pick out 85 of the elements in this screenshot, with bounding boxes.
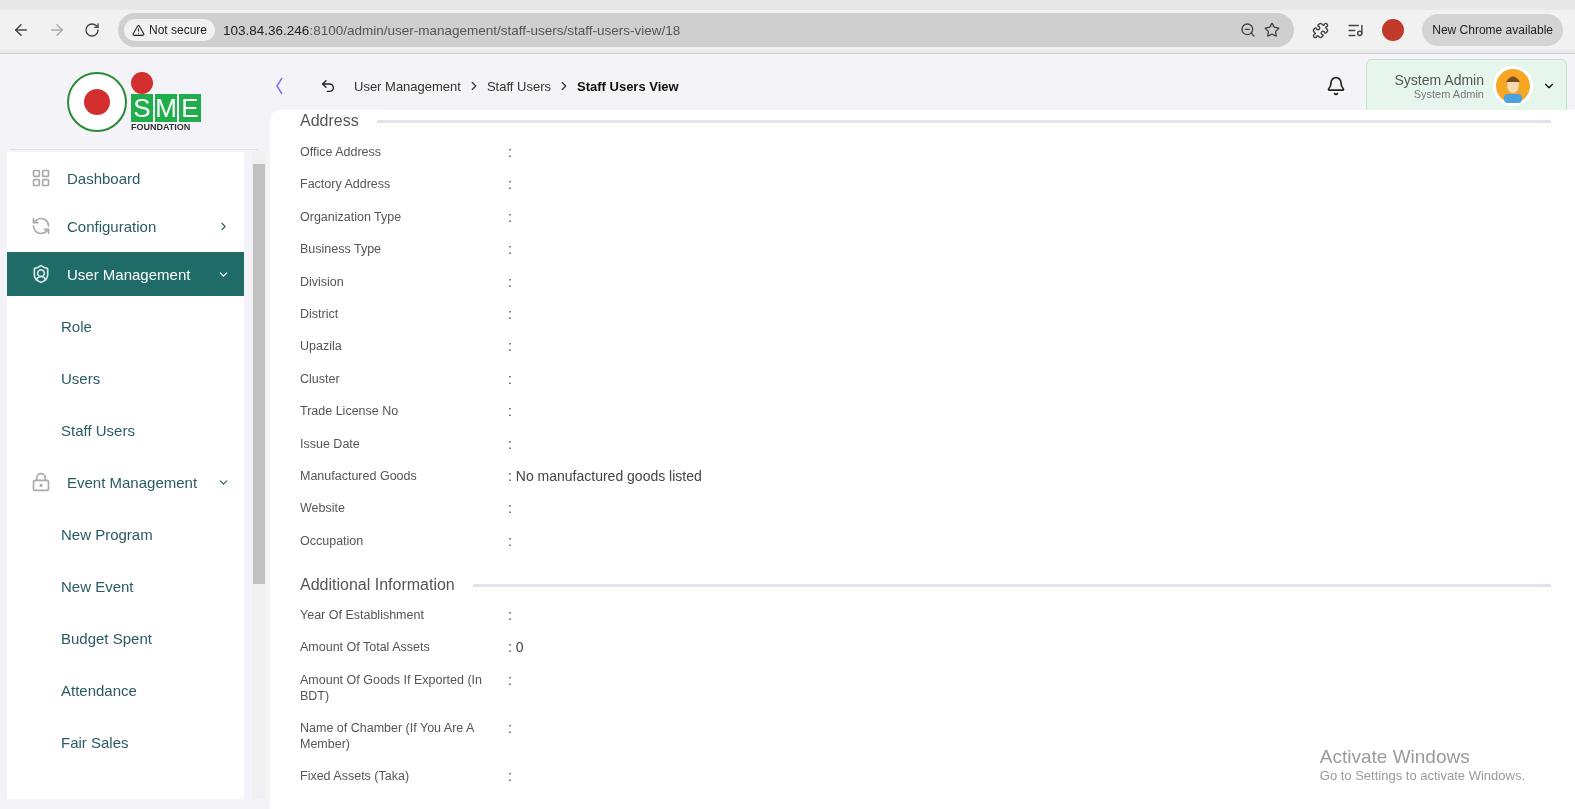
update-button[interactable]: New Chrome available bbox=[1422, 14, 1563, 46]
field-label: Division bbox=[300, 273, 345, 291]
sidebar-item[interactable]: Dashboard bbox=[7, 156, 244, 200]
field-value: : bbox=[508, 718, 512, 738]
sidebar-subitem[interactable]: Role bbox=[7, 300, 244, 352]
notification-icon bbox=[1325, 76, 1346, 96]
logo-letter: M bbox=[155, 93, 177, 122]
back-icon[interactable] bbox=[12, 21, 30, 39]
reload-icon[interactable] bbox=[84, 22, 100, 38]
field-label: Amount Of Goods If Exported (In BDT) bbox=[300, 671, 484, 705]
url-text: 103.84.36.246:8100/admin/user-management/staff-users/staff-users-view/18 bbox=[223, 22, 682, 38]
field-value: : bbox=[508, 434, 512, 454]
profile-avatar[interactable] bbox=[1382, 19, 1405, 41]
field-label: Year Of Establishment bbox=[300, 607, 425, 625]
security-chip[interactable]: Not secure bbox=[124, 19, 216, 41]
user-menu[interactable]: System Admin System Admin bbox=[1365, 59, 1567, 113]
field-label: Manufactured Goods bbox=[300, 467, 418, 485]
avatar-drawing bbox=[1492, 65, 1534, 107]
field-label: Name of Chamber (If You Are A Member) bbox=[300, 719, 475, 753]
logo-letter: E bbox=[179, 93, 201, 122]
sidebar-label: Configuration bbox=[67, 217, 158, 235]
field-value: : bbox=[508, 369, 512, 389]
field-value: : bbox=[508, 499, 512, 519]
field-label: Organization Type bbox=[300, 208, 403, 226]
address-bar[interactable]: Not secure 103.84.36.246:8100/admin/user-management/staff-users/staff-users-view/18 bbox=[118, 13, 1295, 47]
field-label: Business Type bbox=[300, 241, 383, 259]
back-icon[interactable] bbox=[320, 78, 336, 94]
field-label: Fixed Assets (Taka) bbox=[300, 767, 411, 785]
sidebar-subitem[interactable]: New Event bbox=[7, 560, 244, 612]
field-label: Occupation bbox=[300, 532, 365, 550]
section-title: Address bbox=[300, 112, 359, 130]
user-name: System Admin bbox=[1394, 72, 1484, 88]
grid-icon bbox=[31, 168, 51, 188]
field-value: : bbox=[508, 766, 512, 786]
field-value: : bbox=[508, 670, 512, 690]
field-value: : bbox=[508, 606, 512, 626]
field-label: Office Address bbox=[300, 144, 383, 161]
breadcrumb-link[interactable]: Staff Users bbox=[486, 78, 551, 94]
field-label: District bbox=[300, 305, 340, 323]
logo-caption: FOUNDATION bbox=[131, 121, 191, 132]
lock-icon bbox=[31, 472, 51, 492]
sidebar-label: Dashboard bbox=[67, 169, 142, 187]
sidebar-item[interactable]: User Management bbox=[7, 252, 244, 296]
field-value: : bbox=[508, 175, 512, 195]
logo-letter: S bbox=[131, 93, 153, 122]
field-label: Issue Date bbox=[300, 435, 361, 453]
field-label: Cluster bbox=[300, 370, 341, 388]
field-label: Trade License No bbox=[300, 403, 400, 421]
notice-title: Activate Windows bbox=[1319, 746, 1471, 768]
user-role: System Admin bbox=[1413, 88, 1484, 100]
sidebar-subitem[interactable]: Fair Sales bbox=[7, 716, 244, 768]
sidebar-label: Event Management bbox=[67, 473, 199, 491]
sidebar-subitem[interactable]: Attendance bbox=[7, 664, 244, 716]
sidebar-subitem[interactable]: Users bbox=[7, 352, 244, 404]
field-label: Upazila bbox=[300, 338, 343, 356]
extensions-icon bbox=[1312, 21, 1330, 39]
field-value: : bbox=[508, 402, 512, 422]
shield-icon bbox=[31, 264, 51, 284]
field-value: : bbox=[508, 240, 512, 260]
field-label: Website bbox=[300, 500, 346, 518]
collapse-icon[interactable] bbox=[274, 76, 284, 96]
field-value: : bbox=[508, 207, 512, 227]
field-value: : bbox=[508, 337, 512, 357]
scrollbar[interactable] bbox=[252, 152, 266, 799]
field-label: Factory Address bbox=[300, 176, 392, 194]
sidebar-item[interactable]: Event Management bbox=[7, 460, 244, 504]
field-value: : No manufactured goods listed bbox=[508, 466, 702, 486]
notice-text: Go to Settings to activate Windows. bbox=[1319, 768, 1525, 783]
sidebar-subitem[interactable]: Staff Users bbox=[7, 404, 244, 456]
sidebar-subitem[interactable]: Budget Spent bbox=[7, 612, 244, 664]
sidebar-item[interactable]: Configuration bbox=[7, 204, 244, 248]
field-label: Amount Of Total Assets bbox=[300, 639, 431, 657]
section-title: Additional Information bbox=[300, 576, 455, 595]
zoom-icon bbox=[1240, 22, 1257, 38]
field-value: : bbox=[508, 531, 512, 551]
breadcrumb-link[interactable]: User Management bbox=[354, 78, 461, 94]
sidebar-subitem[interactable]: New Program bbox=[7, 508, 244, 560]
field-value: : bbox=[508, 272, 512, 292]
sync-icon bbox=[31, 216, 51, 236]
field-value: : bbox=[508, 143, 512, 162]
warning-icon bbox=[132, 23, 145, 37]
field-value: : 0 bbox=[508, 638, 524, 658]
field-value: : bbox=[508, 304, 512, 324]
sidebar-label: User Management bbox=[67, 265, 192, 283]
star-icon bbox=[1264, 22, 1281, 38]
